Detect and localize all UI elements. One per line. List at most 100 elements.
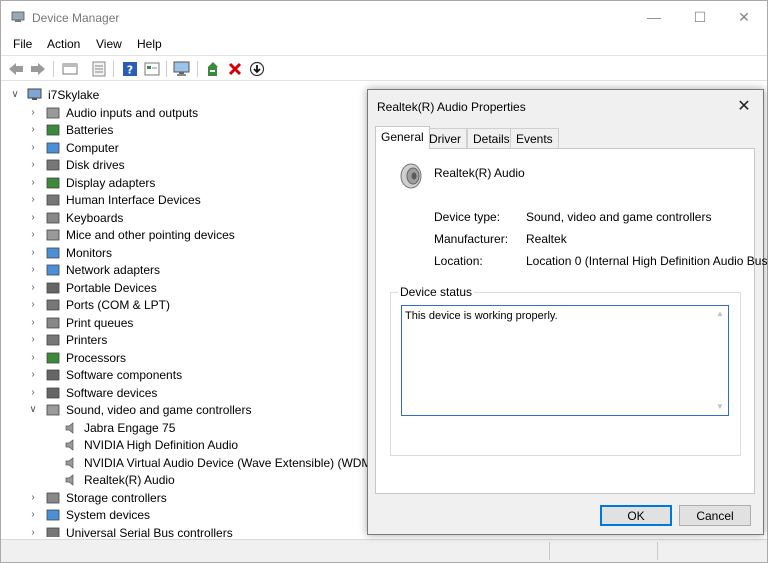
expand-arrow-icon[interactable]: › bbox=[27, 299, 39, 310]
maximize-button[interactable]: ☐ bbox=[677, 1, 723, 33]
dialog-close-button[interactable]: ✕ bbox=[732, 95, 756, 117]
expand-arrow-icon[interactable]: › bbox=[27, 264, 39, 275]
close-button[interactable]: ✕ bbox=[721, 1, 767, 33]
expand-arrow-icon[interactable]: › bbox=[27, 229, 39, 240]
location-label: Location: bbox=[434, 254, 483, 268]
toolbar-separator bbox=[166, 61, 167, 77]
ok-button[interactable]: OK bbox=[600, 505, 672, 526]
tree-category-item[interactable]: › Storage controllers bbox=[27, 489, 167, 506]
software-component-icon bbox=[46, 369, 60, 380]
minimize-button[interactable]: — bbox=[631, 1, 677, 33]
scroll-up-icon[interactable]: ▲ bbox=[715, 309, 725, 319]
show-hidden-icon[interactable] bbox=[90, 60, 108, 78]
tree-child-item[interactable]: NVIDIA Virtual Audio Device (Wave Extens… bbox=[63, 454, 375, 471]
tree-item-label: Display adapters bbox=[66, 175, 156, 190]
tree-item-label: Realtek(R) Audio bbox=[84, 472, 175, 487]
expand-arrow-icon[interactable]: › bbox=[27, 387, 39, 398]
tab-general[interactable]: General bbox=[375, 126, 430, 149]
tree-category-item[interactable]: › Audio inputs and outputs bbox=[27, 104, 198, 121]
tree-category-item[interactable]: › Disk drives bbox=[27, 156, 125, 173]
tab-events[interactable]: Events bbox=[510, 128, 559, 149]
tree-item-label: Disk drives bbox=[66, 157, 125, 172]
usb-icon bbox=[46, 527, 60, 537]
tree-category-item[interactable]: ∨ Sound, video and game controllers bbox=[27, 401, 251, 418]
speaker-device-icon bbox=[400, 163, 422, 189]
tree-category-item[interactable]: › Universal Serial Bus controllers bbox=[27, 524, 233, 537]
tree-category-item[interactable]: › Monitors bbox=[27, 244, 112, 261]
dialog-title: Realtek(R) Audio Properties bbox=[377, 100, 526, 114]
device-name: Realtek(R) Audio bbox=[434, 166, 525, 180]
device-status-textbox[interactable]: This device is working properly. ▲ ▼ bbox=[401, 305, 729, 416]
back-icon[interactable] bbox=[7, 60, 25, 78]
expand-arrow-icon[interactable]: › bbox=[27, 352, 39, 363]
expand-arrow-icon[interactable]: › bbox=[27, 194, 39, 205]
collapse-arrow-icon[interactable]: ∨ bbox=[27, 404, 39, 415]
tree-category-item[interactable]: › Mice and other pointing devices bbox=[27, 226, 234, 243]
tree-item-label: Software devices bbox=[66, 385, 158, 400]
menu-action[interactable]: Action bbox=[47, 37, 80, 51]
uninstall-icon[interactable] bbox=[226, 60, 244, 78]
print-queue-icon bbox=[46, 317, 60, 328]
expand-arrow-icon[interactable]: › bbox=[27, 334, 39, 345]
speaker-icon bbox=[65, 456, 74, 469]
update-driver-icon[interactable] bbox=[204, 60, 222, 78]
expand-arrow-icon[interactable]: › bbox=[27, 159, 39, 170]
scroll-down-icon[interactable]: ▼ bbox=[715, 402, 725, 412]
tree-category-item[interactable]: › Network adapters bbox=[27, 261, 160, 278]
tree-child-item[interactable]: Jabra Engage 75 bbox=[63, 419, 175, 436]
tree-category-item[interactable]: › Ports (COM & LPT) bbox=[27, 296, 170, 313]
tree-item-label: Software components bbox=[66, 367, 183, 382]
expand-arrow-icon[interactable]: › bbox=[27, 282, 39, 293]
tree-item-label: Storage controllers bbox=[66, 490, 167, 505]
view-icon[interactable] bbox=[143, 60, 161, 78]
tree-item-label: Ports (COM & LPT) bbox=[66, 297, 171, 312]
expand-arrow-icon[interactable]: › bbox=[27, 142, 39, 153]
help-icon[interactable]: ? bbox=[121, 60, 139, 78]
tree-category-item[interactable]: › Portable Devices bbox=[27, 279, 156, 296]
expand-arrow-icon[interactable]: › bbox=[27, 317, 39, 328]
tree-category-item[interactable]: › Display adapters bbox=[27, 174, 155, 191]
tree-category-item[interactable]: › Printers bbox=[27, 331, 107, 348]
expand-arrow-icon[interactable]: › bbox=[27, 107, 39, 118]
speaker-icon bbox=[65, 438, 74, 451]
tree-item-label: Computer bbox=[66, 140, 119, 155]
status-divider bbox=[657, 542, 658, 560]
tree-category-item[interactable]: › Batteries bbox=[27, 121, 113, 138]
tree-category-item[interactable]: › Software devices bbox=[27, 384, 157, 401]
expand-arrow-icon[interactable]: › bbox=[27, 492, 39, 503]
tree-item-label: NVIDIA Virtual Audio Device (Wave Extens… bbox=[84, 455, 376, 470]
tree-category-item[interactable]: › Keyboards bbox=[27, 209, 123, 226]
disable-icon[interactable] bbox=[248, 60, 266, 78]
tree-item-label: Audio inputs and outputs bbox=[66, 105, 199, 120]
tab-details[interactable]: Details bbox=[467, 128, 516, 149]
processor-icon bbox=[46, 352, 60, 363]
expand-arrow-icon[interactable]: › bbox=[27, 247, 39, 258]
tree-category-item[interactable]: › Computer bbox=[27, 139, 119, 156]
expand-arrow-icon[interactable]: › bbox=[27, 177, 39, 188]
expand-arrow-icon[interactable]: › bbox=[27, 212, 39, 223]
tree-category-item[interactable]: › Processors bbox=[27, 349, 126, 366]
tree-child-item[interactable]: Realtek(R) Audio bbox=[63, 471, 175, 488]
scan-hardware-icon[interactable] bbox=[173, 60, 191, 78]
general-tab-panel: Realtek(R) Audio Device type: Sound, vid… bbox=[375, 148, 768, 494]
tree-root[interactable]: ∨ i7Skylake bbox=[9, 86, 99, 103]
tree-child-item[interactable]: NVIDIA High Definition Audio bbox=[63, 436, 238, 453]
tree-category-item[interactable]: › Human Interface Devices bbox=[27, 191, 200, 208]
forward-icon[interactable] bbox=[29, 60, 47, 78]
expand-arrow-icon[interactable]: › bbox=[27, 527, 39, 537]
tree-category-item[interactable]: › Software components bbox=[27, 366, 182, 383]
location-value: Location 0 (Internal High Definition Aud… bbox=[526, 254, 768, 268]
device-manager-app-icon bbox=[11, 11, 25, 22]
menu-view[interactable]: View bbox=[96, 37, 122, 51]
collapse-arrow-icon[interactable]: ∨ bbox=[9, 89, 21, 100]
menu-help[interactable]: Help bbox=[137, 37, 162, 51]
expand-arrow-icon[interactable]: › bbox=[27, 509, 39, 520]
tree-category-item[interactable]: › System devices bbox=[27, 506, 150, 523]
properties-pane-icon[interactable] bbox=[61, 60, 79, 78]
expand-arrow-icon[interactable]: › bbox=[27, 124, 39, 135]
menu-file[interactable]: File bbox=[13, 37, 32, 51]
expand-arrow-icon[interactable]: › bbox=[27, 369, 39, 380]
tree-category-item[interactable]: › Print queues bbox=[27, 314, 133, 331]
cancel-button[interactable]: Cancel bbox=[679, 505, 751, 526]
title-bar[interactable]: Device Manager — ☐ ✕ bbox=[1, 1, 767, 33]
